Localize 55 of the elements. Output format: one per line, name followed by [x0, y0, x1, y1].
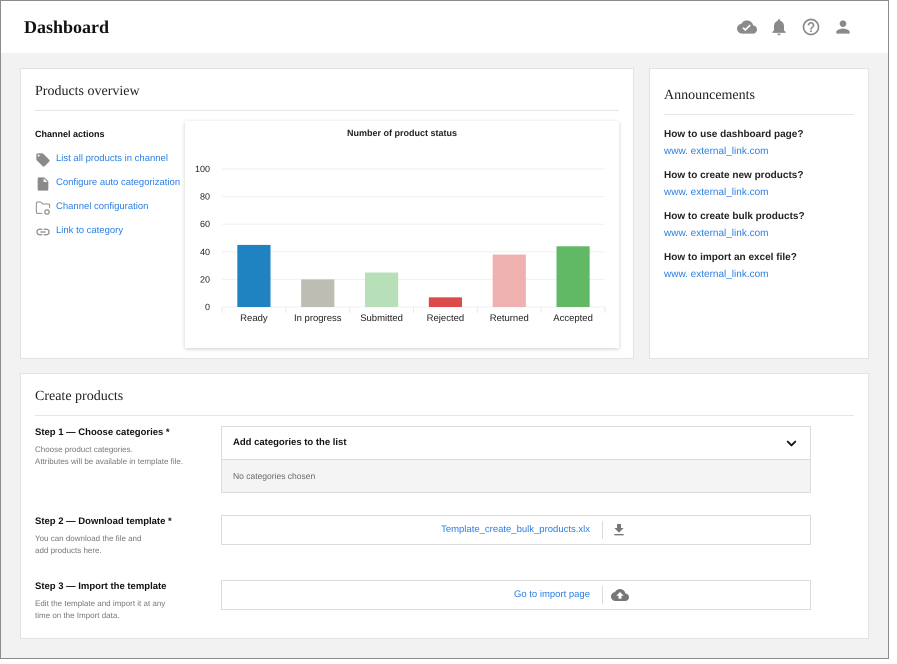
axis-category-label: Submitted — [360, 313, 403, 324]
external-link[interactable]: www. external_link.com — [664, 144, 854, 159]
folder-gear-icon — [35, 200, 51, 216]
chart-title: Number of product status — [346, 127, 458, 140]
axis-category-label: Returned — [490, 313, 529, 324]
external-link[interactable]: www. external_link.com — [664, 185, 854, 200]
action-link[interactable]: List all products in channel — [56, 152, 168, 167]
section-heading: Channel actions — [35, 128, 106, 141]
bar — [301, 279, 334, 307]
step-description: add products here. — [35, 545, 103, 558]
import-link[interactable]: Go to import page — [514, 588, 602, 602]
step-title: Step 2 — Download template * — [35, 515, 173, 529]
bar — [556, 246, 590, 307]
step-description: Edit the template and import it at any — [35, 598, 166, 610]
help-icon[interactable] — [801, 17, 821, 37]
card-title: Create products — [35, 386, 854, 416]
axis-tick-label: 20 — [200, 274, 210, 284]
step-description: Choose product categories. — [35, 444, 134, 456]
bar — [492, 254, 526, 307]
external-link[interactable]: www. external_link.com — [664, 226, 854, 241]
announcement-question: How to use dashboard page? — [664, 128, 804, 142]
bar — [428, 297, 462, 307]
axis-tick-label: 0 — [204, 302, 210, 312]
step-title: Step 1 — Choose categories * — [35, 426, 171, 440]
dropdown-label: Add categories to the list — [233, 436, 346, 450]
category-dropdown[interactable]: Add categories to the list No categories chosen — [221, 426, 811, 493]
empty-text: No categories chosen — [233, 470, 316, 482]
step-title: Step 3 — Import the template — [35, 580, 168, 594]
action-link[interactable]: Link to category — [56, 224, 124, 239]
action-link[interactable]: Channel configuration — [56, 200, 148, 215]
announcement-question: How to create bulk products? — [664, 210, 806, 224]
axis-tick-label: 100 — [194, 164, 210, 174]
page-title: Dashboard — [24, 16, 110, 38]
axis-tick-label: 80 — [200, 192, 210, 202]
axis-category-label: Ready — [240, 313, 268, 324]
document-icon — [35, 176, 51, 192]
announcement-question: How to create new products? — [664, 169, 804, 183]
template-link[interactable]: Template_create_bulk_products.xlx — [441, 522, 602, 538]
cloud-upload-icon[interactable] — [611, 586, 629, 604]
axis-tick-label: 40 — [200, 246, 210, 257]
step-description: Attributes will be available in template file. — [35, 456, 184, 468]
card-title: Announcements — [664, 85, 854, 115]
external-link[interactable]: www. external_link.com — [664, 267, 854, 282]
axis-tick-label: 60 — [200, 219, 210, 230]
step-description: time on the Import data. — [35, 610, 120, 622]
bar — [364, 272, 398, 307]
action-link[interactable]: Configure auto categorization — [56, 176, 180, 191]
card-title: Products overview — [35, 81, 619, 111]
step-description: You can download the file and — [35, 533, 142, 546]
axis-category-label: Accepted — [553, 313, 593, 324]
bar — [237, 244, 271, 307]
axis-category-label: Rejected — [426, 313, 464, 324]
announcement-question: How to import an excel file? — [664, 251, 798, 265]
axis-category-label: In progress — [294, 313, 342, 324]
tag-icon — [35, 152, 51, 168]
